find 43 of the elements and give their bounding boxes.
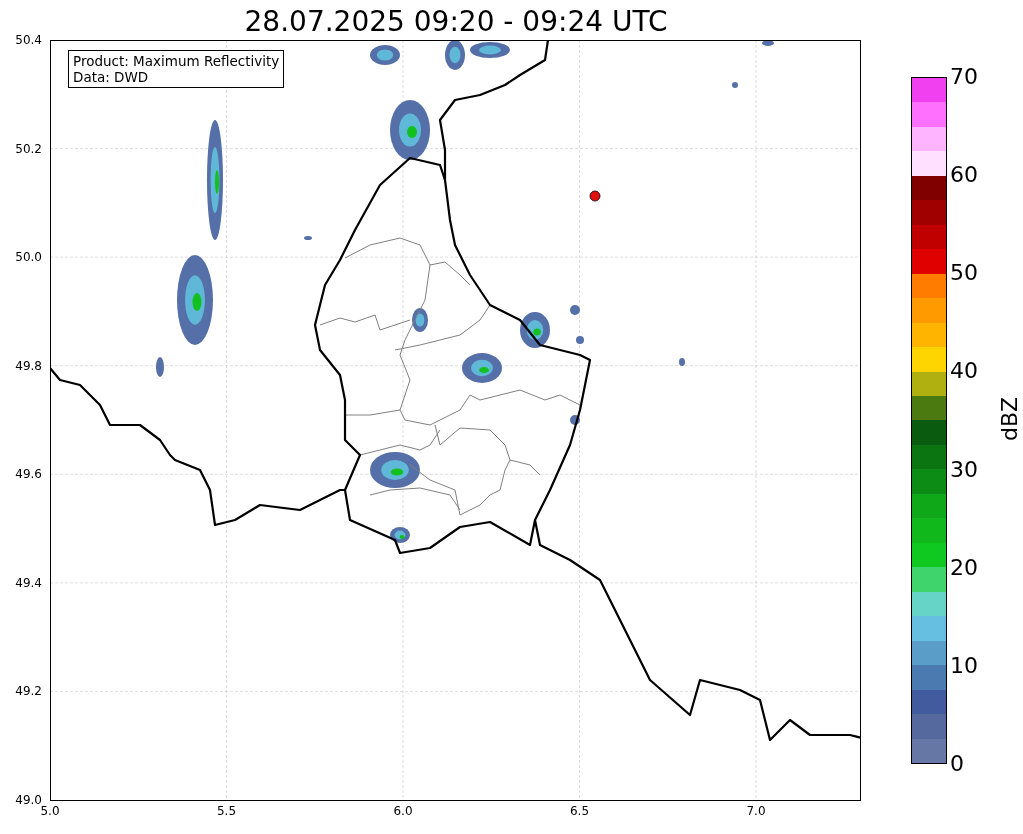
colorbar-tick-label: 10 (950, 653, 978, 678)
radar-echo (156, 357, 164, 377)
radar-echo (370, 452, 420, 488)
radar-echo (470, 42, 510, 58)
y-tick-label: 50.2 (15, 141, 42, 156)
y-tick-label: 49.0 (15, 793, 42, 807)
x-tick-label: 6.0 (392, 804, 414, 818)
radar-echo (390, 100, 430, 160)
colorbar-tick-label: 70 (950, 65, 978, 89)
colorbar-tick-label: 60 (950, 163, 978, 188)
x-tick-label: 5.0 (39, 804, 61, 818)
radar-echo (570, 415, 580, 425)
radar-echo (462, 353, 502, 383)
y-tick-label: 50.0 (15, 250, 42, 265)
y-tick-label: 50.4 (15, 33, 42, 47)
radar-echo (762, 40, 774, 46)
colorbar-tick-label: 30 (950, 457, 978, 482)
radar-echo (412, 308, 428, 332)
x-tick-label: 6.5 (568, 804, 591, 818)
y-tick-label: 49.4 (15, 575, 42, 590)
y-tick-label: 49.6 (15, 467, 42, 482)
radar-echo (732, 82, 738, 88)
x-tick-label: 7.0 (745, 804, 767, 818)
radar-echo (570, 305, 580, 315)
info-text: Data: DWD (73, 69, 150, 85)
radar-echo (304, 236, 312, 240)
colorbar-tick-label: 0 (950, 752, 964, 776)
y-tick-label: 49.8 (15, 358, 42, 373)
colorbar-tick-label: 40 (950, 359, 978, 384)
x-tick-label: 5.5 (215, 804, 238, 818)
y-tick-label: 49.2 (15, 684, 42, 699)
radar-echo (679, 358, 685, 366)
location-marker (589, 190, 601, 202)
radar-echo (520, 312, 550, 348)
info-text: Product: Maximum Reflectivity (73, 53, 280, 69)
radar-echo (576, 336, 584, 344)
radar-echo (390, 527, 410, 543)
colorbar-label: dBZ (998, 396, 1023, 442)
colorbar-tick-label: 50 (950, 261, 978, 286)
chart-title: 28.07.2025 09:20 - 09:24 UTC (243, 4, 669, 40)
colorbar-tick-label: 20 (950, 555, 978, 580)
radar-echo (445, 40, 465, 70)
radar-echo (370, 45, 400, 65)
